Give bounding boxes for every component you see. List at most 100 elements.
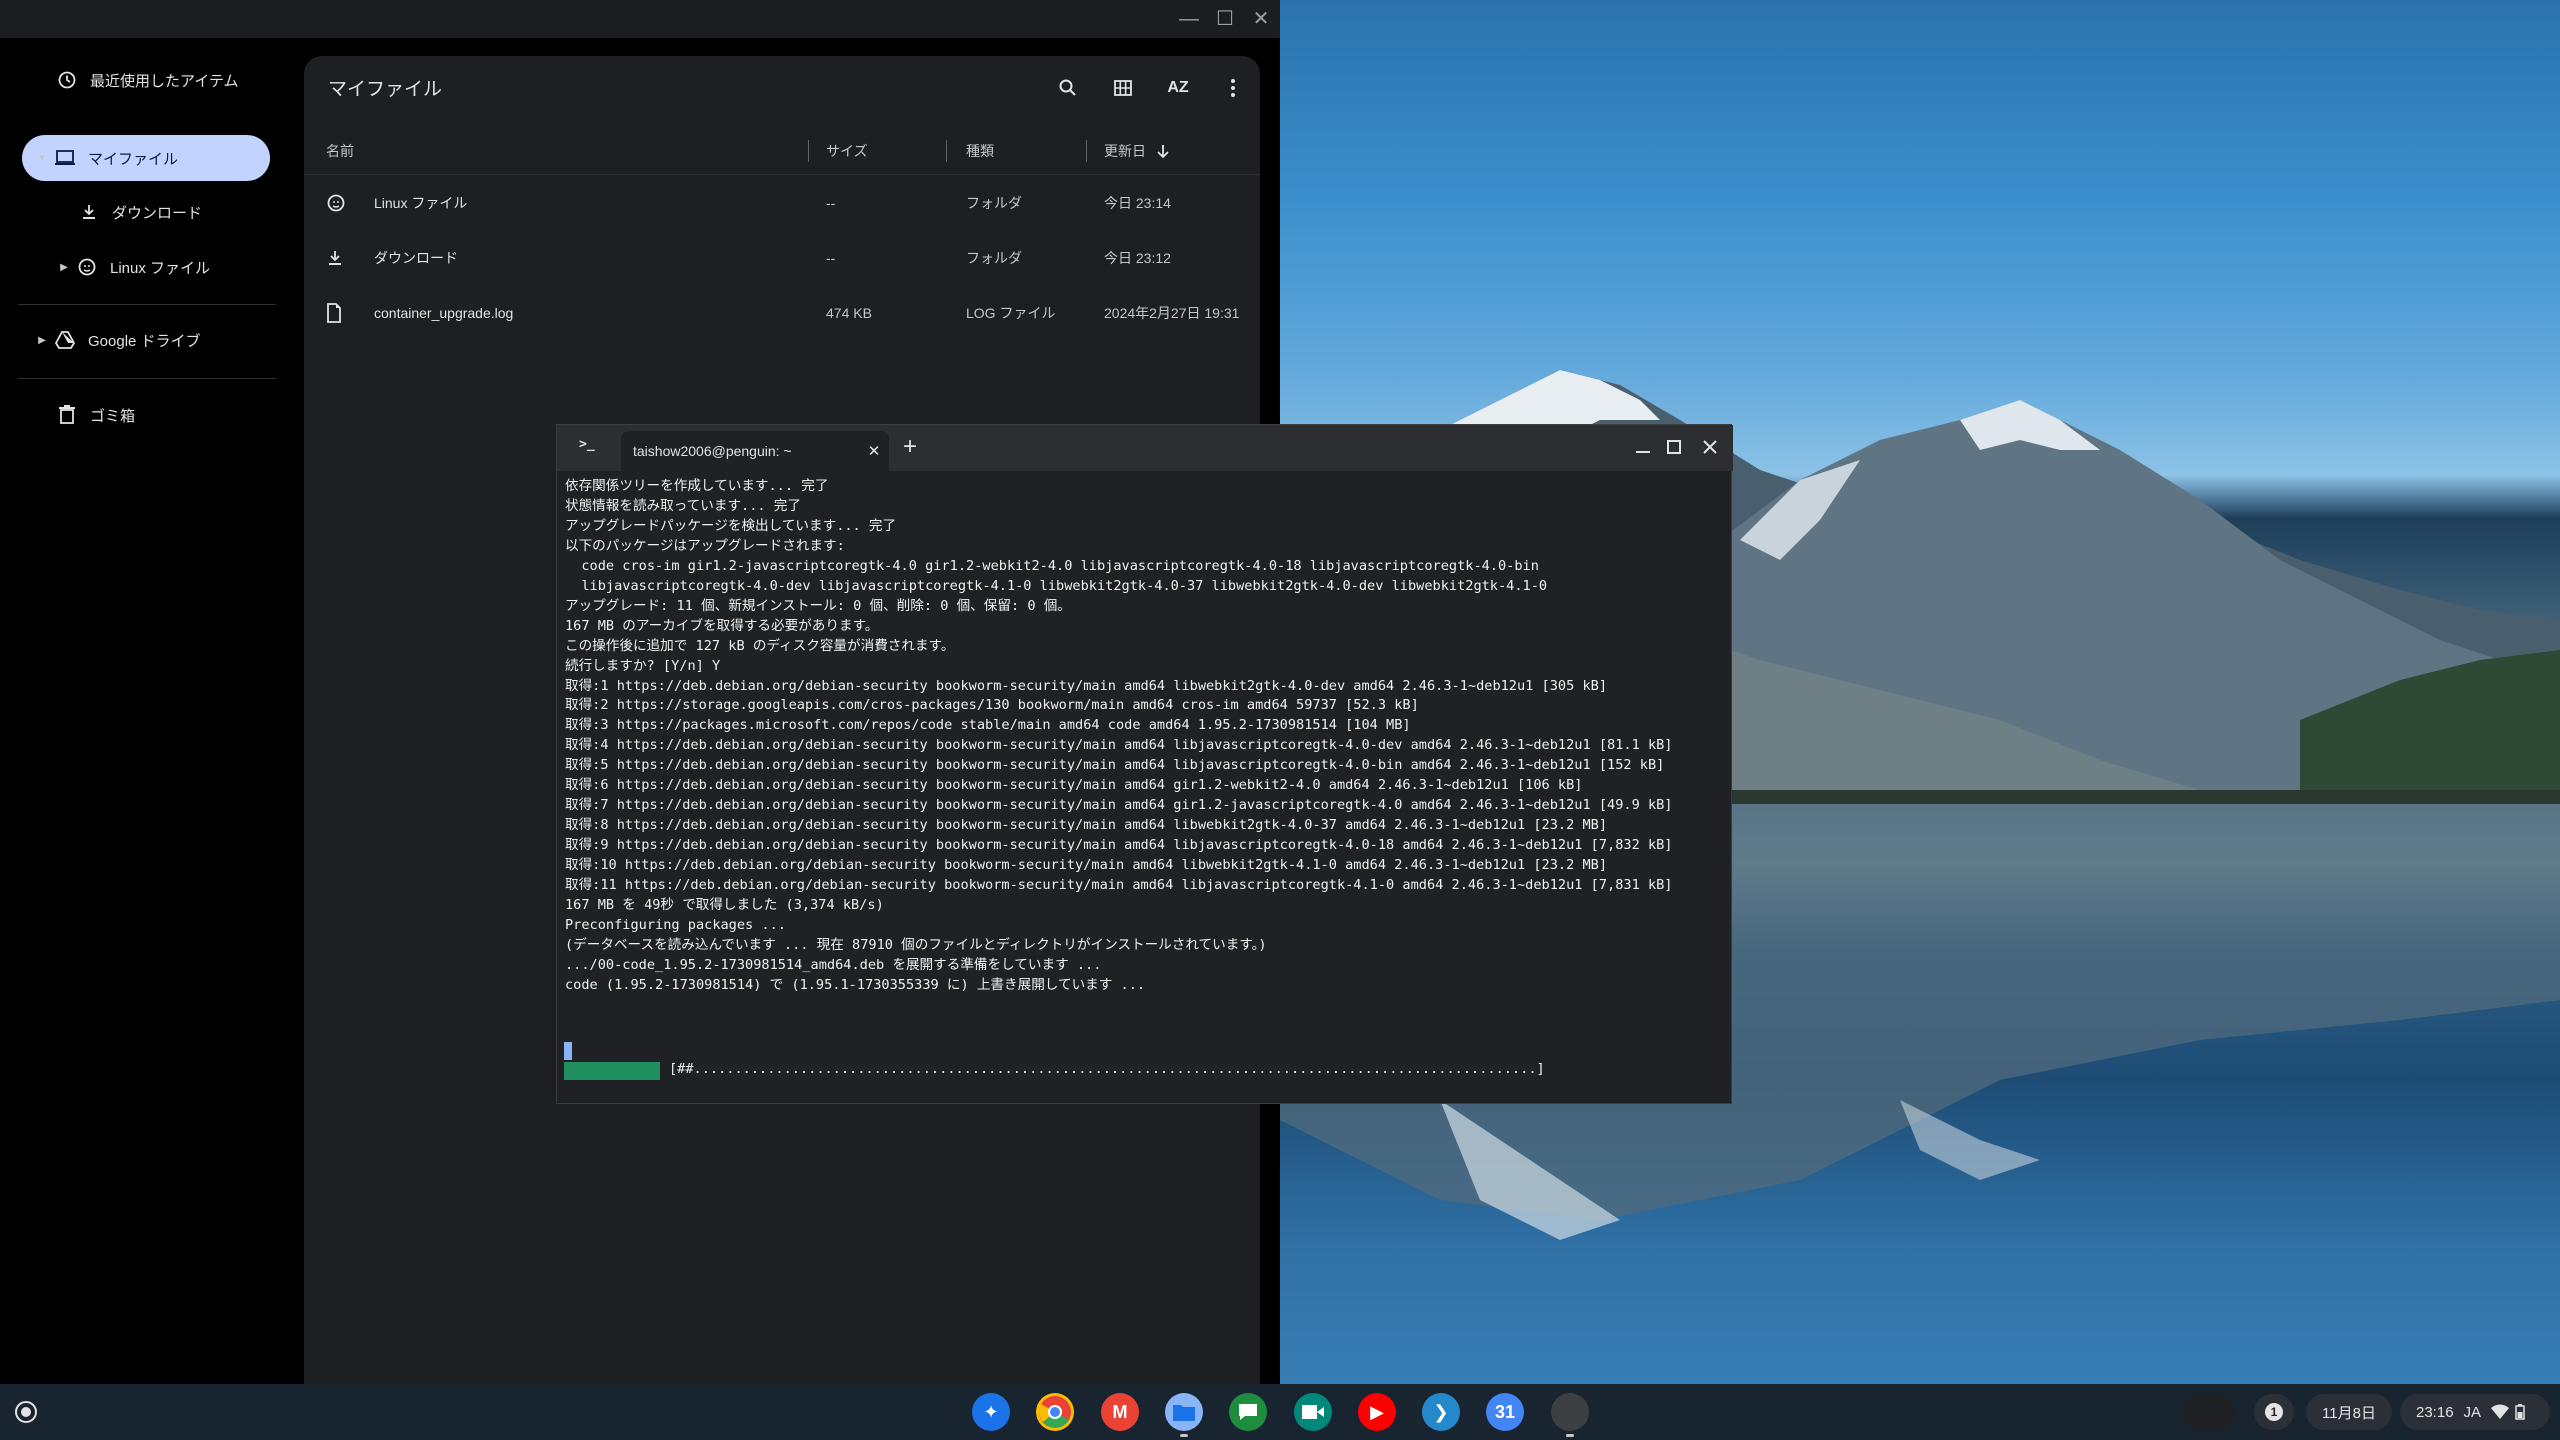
chevron-right-icon[interactable]: ▶ (36, 335, 48, 346)
table-row[interactable]: Linux ファイル -- フォルダ 今日 23:14 (304, 176, 1260, 230)
file-size: 474 KB (826, 305, 872, 321)
terminal-tab-title: taishow2006@penguin: ~ (633, 443, 792, 459)
linux-folder-icon (326, 176, 346, 230)
files-titlebar[interactable]: — ☐ ✕ (0, 0, 1280, 38)
download-folder-icon (326, 231, 344, 285)
sidebar-item-linux-files[interactable]: ▶ Linux ファイル (22, 244, 278, 290)
header-divider (304, 174, 1260, 175)
file-size: -- (826, 250, 836, 266)
sidebar-divider (18, 378, 276, 379)
file-size: -- (826, 195, 836, 211)
wifi-icon (2491, 1404, 2510, 1419)
terminal-cursor (564, 1042, 572, 1060)
gemini-icon[interactable]: ✦ (972, 1393, 1010, 1431)
chevron-right-icon[interactable]: ▶ (58, 262, 70, 273)
minimize-icon (1636, 451, 1650, 453)
sidebar-divider (18, 304, 276, 305)
more-vert-icon (1231, 79, 1235, 97)
column-header-size[interactable]: サイズ (826, 134, 868, 168)
chevron-down-icon[interactable]: ▼ (36, 153, 48, 164)
terminal-window: >_ taishow2006@penguin: ~ ✕ + 依存関係ツリーを作成… (556, 424, 1733, 1104)
file-type: LOG ファイル (966, 305, 1056, 321)
close-tab-icon[interactable]: ✕ (859, 442, 889, 460)
status-area[interactable]: 23:16 JA (2400, 1394, 2550, 1430)
sidebar-item-google-drive[interactable]: ▶ Google ドライブ (22, 317, 278, 363)
battery-icon (2515, 1404, 2525, 1420)
close-button[interactable]: ✕ (1246, 4, 1276, 34)
terminal-close-button[interactable] (1703, 435, 1727, 459)
terminal-minimize-button[interactable] (1631, 435, 1655, 459)
terminal-tab[interactable]: taishow2006@penguin: ~ ✕ (621, 431, 889, 471)
column-divider[interactable] (946, 140, 947, 162)
file-modified: 今日 23:14 (1104, 195, 1171, 211)
launcher-icon (15, 1401, 37, 1423)
file-name: ダウンロード (374, 250, 458, 266)
terminal-icon[interactable]: >_ (1551, 1393, 1589, 1431)
terminal-output[interactable]: 依存関係ツリーを作成しています... 完了 状態情報を読み取っています... 完… (565, 477, 1725, 1037)
download-icon (78, 201, 100, 223)
sidebar-item-trash[interactable]: ゴミ箱 (22, 392, 278, 438)
date-button[interactable]: 11月8日 (2306, 1394, 2392, 1430)
linux-icon (76, 256, 98, 278)
column-label: 種類 (966, 143, 994, 159)
column-divider[interactable] (1086, 140, 1087, 162)
column-header-type[interactable]: 種類 (966, 134, 994, 168)
chrome-icon[interactable] (1036, 1393, 1074, 1431)
terminal-maximize-button[interactable] (1667, 435, 1691, 459)
table-row[interactable]: ダウンロード -- フォルダ 今日 23:12 (304, 231, 1260, 285)
vscode-icon[interactable]: ❯ (1422, 1393, 1460, 1431)
maximize-button[interactable]: ☐ (1210, 4, 1240, 34)
notification-button[interactable]: 1 (2254, 1394, 2294, 1430)
running-indicator (1566, 1434, 1574, 1437)
column-divider[interactable] (808, 140, 809, 162)
file-modified: 2024年2月27日 19:31 (1104, 305, 1240, 321)
time-label: 23:16 (2416, 1403, 2454, 1421)
sidebar-item-recent[interactable]: 最近使用したアイテム (22, 57, 278, 103)
stylus-tools[interactable] (2182, 1394, 2236, 1430)
shelf: ✦ M ▶ ❯ 31 >_ 1 11月8日 23:16 JA (0, 1384, 2560, 1440)
sort-az-icon: AZ (1167, 79, 1189, 96)
progress-bar-fill (564, 1062, 660, 1080)
gmail-icon[interactable]: M (1101, 1393, 1139, 1431)
column-header-name[interactable]: 名前 (326, 134, 354, 168)
calendar-icon[interactable]: 31 (1486, 1393, 1524, 1431)
sidebar-item-label: ダウンロード (112, 204, 203, 222)
more-options-button[interactable] (1215, 70, 1251, 106)
files-icon[interactable] (1165, 1393, 1203, 1431)
sort-button[interactable]: AZ (1160, 70, 1196, 106)
file-type: フォルダ (966, 195, 1022, 211)
table-row[interactable]: container_upgrade.log 474 KB LOG ファイル 20… (304, 286, 1260, 340)
file-type: フォルダ (966, 250, 1022, 266)
search-button[interactable] (1050, 70, 1086, 106)
column-label: 更新日 (1104, 143, 1146, 159)
column-label: 名前 (326, 143, 354, 159)
search-icon (1059, 79, 1076, 96)
column-label: サイズ (826, 143, 868, 159)
sidebar-item-label: マイファイル (88, 150, 179, 168)
clock-icon (56, 69, 78, 91)
laptop-icon (54, 147, 76, 169)
close-icon (1703, 440, 1717, 454)
meet-icon[interactable] (1294, 1393, 1332, 1431)
sidebar-item-label: Google ドライブ (88, 332, 201, 350)
youtube-icon[interactable]: ▶ (1358, 1393, 1396, 1431)
grid-view-button[interactable] (1105, 70, 1141, 106)
running-indicator (1180, 1434, 1188, 1437)
terminal-tabbar[interactable]: >_ taishow2006@penguin: ~ ✕ + (557, 425, 1733, 471)
file-icon (326, 286, 342, 340)
ime-label: JA (2463, 1403, 2482, 1421)
minimize-button[interactable]: — (1174, 4, 1204, 34)
sidebar-item-downloads[interactable]: ダウンロード (22, 189, 278, 235)
chat-icon[interactable] (1229, 1393, 1267, 1431)
sidebar-item-my-files[interactable]: ▼ マイファイル (22, 135, 270, 181)
trash-icon (56, 404, 78, 426)
column-header-modified[interactable]: 更新日 (1104, 134, 1172, 168)
launcher-button[interactable] (8, 1394, 44, 1430)
file-modified: 今日 23:12 (1104, 250, 1171, 266)
terminal-prompt-icon: >_ (579, 437, 595, 452)
new-tab-button[interactable]: + (903, 433, 917, 461)
notification-count: 1 (2265, 1403, 2283, 1421)
maximize-icon (1667, 440, 1681, 454)
progress-bar-text: [##.....................................… (669, 1061, 1545, 1077)
file-name: Linux ファイル (374, 195, 468, 211)
